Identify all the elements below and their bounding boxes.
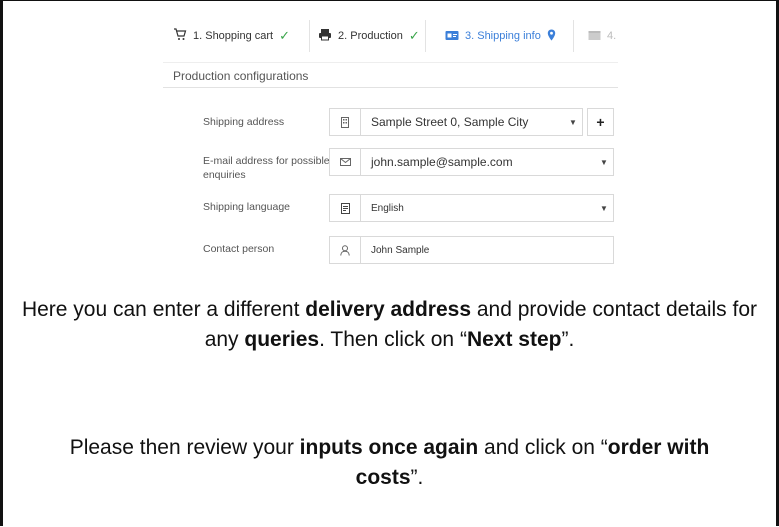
tab-label: 4. xyxy=(607,30,617,42)
check-icon: ✓ xyxy=(279,28,291,43)
location-pin-icon xyxy=(547,29,556,44)
instr-text: . Then click on “ xyxy=(319,328,467,351)
tab-step-4[interactable]: 4. xyxy=(588,14,616,58)
instructions-paragraph-2: Please then review your inputs once agai… xyxy=(6,433,773,493)
language-select[interactable]: English ▼ xyxy=(329,194,614,222)
shipping-address-label: Shipping address xyxy=(203,116,285,128)
building-icon xyxy=(330,109,361,135)
instr-bold-queries: queries xyxy=(244,328,320,351)
person-icon xyxy=(330,237,361,263)
chevron-down-icon: ▼ xyxy=(600,157,608,167)
shipping-address-select[interactable]: Sample Street 0, Sample City ▼ xyxy=(329,108,583,136)
email-label: E-mail address for possible enquiries xyxy=(203,155,330,181)
section-title: Production configurations xyxy=(163,62,618,88)
check-icon: ✓ xyxy=(408,28,420,43)
add-address-button[interactable]: + xyxy=(587,108,614,136)
instr-text: Please then review your xyxy=(69,436,300,459)
instr-bold-inputs-once-again: inputs once again xyxy=(299,436,479,459)
chevron-down-icon: ▼ xyxy=(569,117,577,127)
language-value: English xyxy=(371,202,404,214)
envelope-icon xyxy=(330,149,361,175)
email-value: john.sample@sample.com xyxy=(371,155,513,169)
language-label: Shipping language xyxy=(203,201,290,213)
instr-bold-delivery-address: delivery address xyxy=(305,298,472,321)
instr-bold-next-step: Next step xyxy=(466,328,562,351)
tab-shipping-info[interactable]: 3. Shipping info xyxy=(445,14,556,58)
tab-label: 2. Production xyxy=(338,30,403,42)
cart-icon xyxy=(173,28,187,44)
tab-divider xyxy=(573,20,574,52)
chevron-down-icon: ▼ xyxy=(600,203,608,213)
tab-divider xyxy=(309,20,310,52)
tab-production[interactable]: 2. Production ✓ xyxy=(318,14,420,58)
box-icon xyxy=(588,29,601,44)
tab-label: 1. Shopping cart xyxy=(193,30,274,42)
contact-value: John Sample xyxy=(371,244,430,256)
instr-text: Here you can enter a different xyxy=(21,298,306,321)
id-card-icon xyxy=(445,29,459,44)
app-screenshot: 1. Shopping cart ✓ 2. Production ✓ 3. Sh… xyxy=(163,14,623,264)
instr-text: ”. xyxy=(410,466,424,489)
tab-divider xyxy=(425,20,426,52)
contact-person-input[interactable]: John Sample xyxy=(329,236,614,264)
document-icon xyxy=(330,195,361,221)
tab-shopping-cart[interactable]: 1. Shopping cart ✓ xyxy=(173,14,290,58)
contact-label: Contact person xyxy=(203,243,275,255)
step-tabs: 1. Shopping cart ✓ 2. Production ✓ 3. Sh… xyxy=(163,14,623,58)
email-select[interactable]: john.sample@sample.com ▼ xyxy=(329,148,614,176)
instr-text: and click on “ xyxy=(478,436,608,459)
tab-label: 3. Shipping info xyxy=(465,30,541,42)
shipping-address-value: Sample Street 0, Sample City xyxy=(371,115,529,129)
instructions-paragraph-1: Here you can enter a different delivery … xyxy=(6,295,773,355)
printer-icon xyxy=(318,28,332,44)
instr-text: ”. xyxy=(561,328,575,351)
